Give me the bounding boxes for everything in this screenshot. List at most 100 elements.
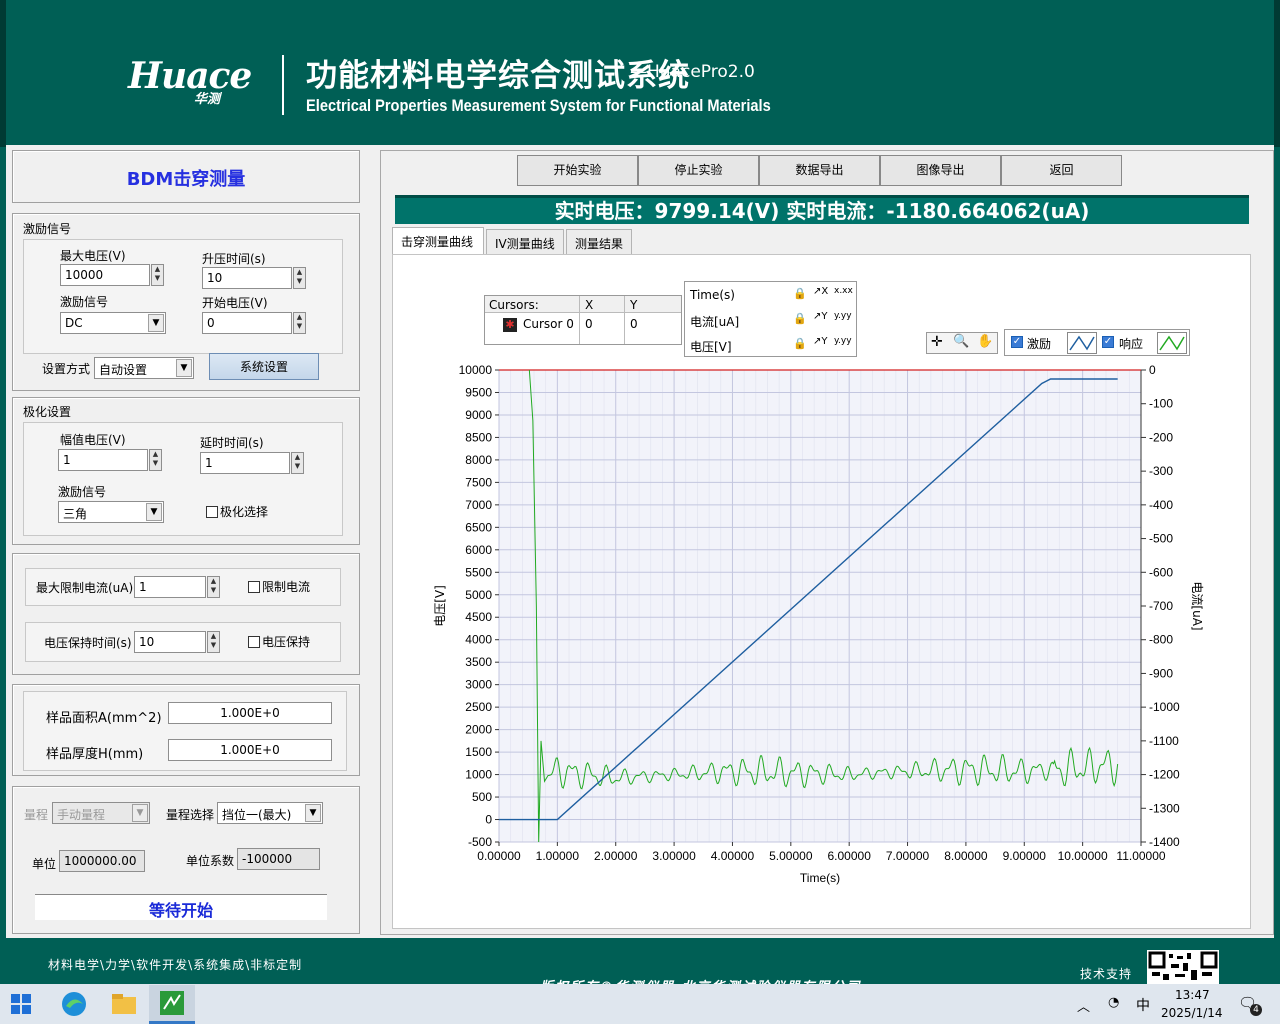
polarization-signal-value: 三角 bbox=[63, 507, 88, 521]
y-tick-label: 10000 bbox=[459, 363, 493, 377]
start-voltage-input[interactable]: 0 bbox=[202, 312, 292, 334]
x-tick-label: 8.00000 bbox=[944, 849, 988, 863]
hold-time-input[interactable]: 10 bbox=[134, 631, 206, 653]
y-axis-label: 电压[V] bbox=[433, 585, 447, 627]
amp-voltage-spinner[interactable]: ▲ ▼ bbox=[149, 449, 162, 471]
header-divider bbox=[282, 55, 284, 115]
y2-axis-label: 电流[uA] bbox=[1190, 581, 1204, 630]
start-experiment-button[interactable]: 开始实验 bbox=[517, 155, 638, 186]
clock-date[interactable]: 2025/1/14 bbox=[1161, 1006, 1223, 1020]
polarization-checkbox-label: 极化选择 bbox=[220, 505, 269, 519]
excitation-group-title: 激励信号 bbox=[23, 222, 72, 236]
export-image-button[interactable]: 图像导出 bbox=[880, 155, 1001, 186]
y-tick-label: -500 bbox=[468, 835, 492, 849]
max-voltage-spinner[interactable]: ▲ ▼ bbox=[151, 264, 164, 286]
y2-tick-label: -300 bbox=[1149, 464, 1173, 478]
y2-tick-label: -900 bbox=[1149, 666, 1173, 680]
chevron-down-icon: ▼ bbox=[146, 503, 162, 521]
range-select-value: 手动量程 bbox=[57, 808, 106, 822]
y2-tick-label: -1000 bbox=[1149, 700, 1180, 714]
y-tick-label: 2500 bbox=[465, 700, 492, 714]
y-tick-label: 5500 bbox=[465, 565, 492, 579]
ramp-time-spinner[interactable]: ▲ ▼ bbox=[293, 267, 306, 289]
y2-tick-label: -600 bbox=[1149, 565, 1173, 579]
y-tick-label: 5000 bbox=[465, 588, 492, 602]
hold-time-spinner[interactable]: ▲ ▼ bbox=[207, 631, 220, 653]
huace-logo: Huace bbox=[128, 55, 252, 97]
polarization-signal-select[interactable]: 三角 ▼ bbox=[58, 501, 164, 523]
x-tick-label: 7.00000 bbox=[886, 849, 930, 863]
y-tick-label: 4000 bbox=[465, 633, 492, 647]
y-tick-label: 8000 bbox=[465, 453, 492, 467]
realtime-readout: 实时电压：9799.14(V) 实时电流：-1180.664062(uA) bbox=[395, 195, 1249, 224]
range-label: 量程 bbox=[24, 808, 49, 822]
delay-time-input[interactable]: 1 bbox=[200, 452, 290, 474]
app-title-english: Electrical Properties Measurement System… bbox=[306, 96, 771, 115]
edge-browser-icon[interactable] bbox=[60, 990, 90, 1020]
y-axis-ticks: -500 0 500 1000 1500 2000 2500 3000 3500 4000 4500… bbox=[459, 363, 499, 849]
y2-tick-label: -1300 bbox=[1149, 801, 1180, 815]
delay-time-spinner[interactable]: ▲ ▼ bbox=[291, 452, 304, 474]
clock-time[interactable]: 13:47 bbox=[1175, 988, 1210, 1002]
logo-subtitle: 华测 bbox=[194, 92, 221, 107]
hold-time-label: 电压保持时间(s) bbox=[44, 636, 132, 650]
polarization-checkbox[interactable]: 极化选择 bbox=[206, 503, 268, 520]
file-explorer-icon[interactable] bbox=[110, 991, 140, 1021]
y-tick-label: 3500 bbox=[465, 655, 492, 669]
system-settings-button[interactable]: 系统设置 bbox=[209, 353, 319, 380]
ime-indicator[interactable]: 中 bbox=[1136, 995, 1150, 1015]
windows-start-icon[interactable] bbox=[9, 992, 39, 1022]
max-voltage-input[interactable]: 10000 bbox=[60, 264, 150, 286]
unit-factor-label: 单位系数 bbox=[186, 854, 235, 868]
y-tick-label: 9000 bbox=[465, 408, 492, 422]
network-icon[interactable]: ◔ bbox=[1108, 995, 1119, 1010]
hold-voltage-checkbox[interactable]: 电压保持 bbox=[248, 633, 310, 650]
checkbox-box[interactable] bbox=[248, 636, 260, 648]
max-current-label: 最大限制电流(uA) bbox=[36, 581, 134, 595]
chevron-down-icon: ▼ bbox=[305, 804, 321, 822]
checkbox-box[interactable] bbox=[206, 506, 218, 518]
export-data-button[interactable]: 数据导出 bbox=[759, 155, 880, 186]
huace-app-icon[interactable] bbox=[159, 990, 189, 1020]
y2-tick-label: -800 bbox=[1149, 633, 1173, 647]
setup-mode-select[interactable]: 自动设置 ▼ bbox=[94, 357, 194, 379]
range-choice-select[interactable]: 挡位一(最大) ▼ bbox=[217, 802, 323, 824]
x-tick-label: 11.00000 bbox=[1116, 849, 1165, 863]
max-current-spinner[interactable]: ▲ ▼ bbox=[207, 576, 220, 598]
hold-voltage-label: 电压保持 bbox=[262, 635, 311, 649]
max-current-input[interactable]: 1 bbox=[134, 576, 206, 598]
y-tick-label: 7500 bbox=[465, 475, 492, 489]
y2-tick-label: -1200 bbox=[1149, 768, 1180, 782]
limit-current-checkbox[interactable]: 限制电流 bbox=[248, 578, 310, 595]
x-tick-label: 3.00000 bbox=[652, 849, 696, 863]
amp-voltage-input[interactable]: 1 bbox=[58, 449, 148, 471]
tray-chevron-up-icon[interactable]: ︿ bbox=[1077, 996, 1090, 1015]
y-tick-label: 500 bbox=[472, 790, 492, 804]
ramp-time-label: 升压时间(s) bbox=[202, 252, 266, 266]
x-tick-label: 0.00000 bbox=[477, 849, 521, 863]
sample-thickness-input[interactable]: 1.000E+0 bbox=[168, 739, 332, 761]
x-tick-label: 5.00000 bbox=[769, 849, 813, 863]
unit-factor-display: -100000 bbox=[237, 848, 320, 870]
x-tick-label: 2.00000 bbox=[594, 849, 638, 863]
sample-area-input[interactable]: 1.000E+0 bbox=[168, 702, 332, 724]
notification-count: 4 bbox=[1250, 1004, 1262, 1016]
y2-tick-label: -500 bbox=[1149, 532, 1173, 546]
ramp-time-input[interactable]: 10 bbox=[202, 267, 292, 289]
tab-breakdown-curve[interactable]: 击穿测量曲线 bbox=[392, 227, 484, 254]
tab-iv-curve[interactable]: IV测量曲线 bbox=[486, 229, 564, 254]
signal-select[interactable]: DC ▼ bbox=[60, 312, 166, 334]
start-voltage-spinner[interactable]: ▲ ▼ bbox=[293, 312, 306, 334]
app-version: —HuacePro2.0 bbox=[630, 62, 755, 82]
setup-mode-value: 自动设置 bbox=[99, 363, 148, 377]
signal-select-value: DC bbox=[65, 316, 83, 330]
back-button[interactable]: 返回 bbox=[1001, 155, 1122, 186]
delay-time-label: 延时时间(s) bbox=[200, 436, 264, 450]
breakdown-chart[interactable]: -500 0 500 1000 1500 2000 2500 3000 3500 4000 4500… bbox=[392, 254, 1251, 929]
qr-code bbox=[1147, 950, 1219, 984]
amp-voltage-label: 幅值电压(V) bbox=[60, 433, 126, 447]
unit-label: 单位 bbox=[32, 857, 57, 871]
checkbox-box[interactable] bbox=[248, 581, 260, 593]
stop-experiment-button[interactable]: 停止实验 bbox=[638, 155, 759, 186]
tab-results[interactable]: 测量结果 bbox=[566, 229, 632, 254]
